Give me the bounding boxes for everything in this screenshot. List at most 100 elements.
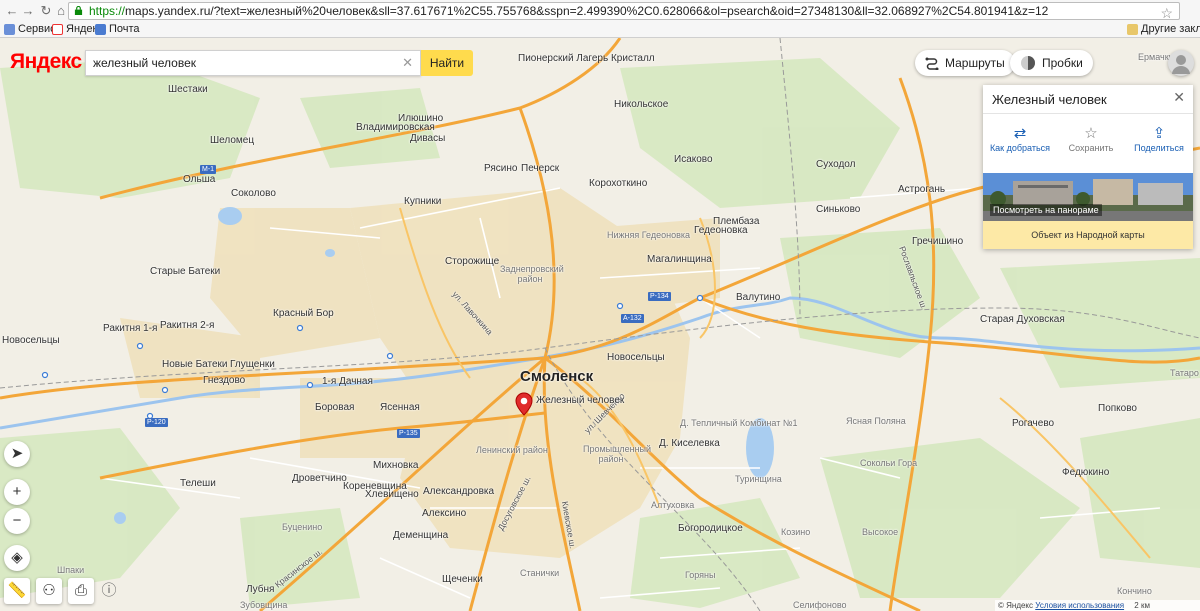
user-avatar[interactable]: [1168, 50, 1194, 76]
copyright: © Яндекс: [998, 601, 1034, 610]
apps-icon: [4, 23, 15, 35]
map-pin-icon[interactable]: [515, 392, 533, 416]
browser-chrome: ← → ↻ ⌂ https://maps.yandex.ru/?text=жел…: [0, 0, 1200, 38]
info-icon: ⓘ: [101, 582, 117, 599]
ruler-icon: 📏: [7, 582, 27, 599]
place-label: Михновка: [373, 460, 419, 471]
place-label: Зубовщина: [240, 600, 288, 610]
routes-button[interactable]: Маршруты: [915, 50, 1015, 76]
bookmark-label: Другие закладки: [1141, 23, 1200, 35]
url-text: maps.yandex.ru/?text=железный%20человек&…: [125, 4, 1049, 18]
place-label: Ракитня 2-я: [160, 320, 215, 331]
reload-icon[interactable]: ↻: [38, 3, 54, 19]
routes-label: Маршруты: [945, 56, 1005, 70]
map-canvas[interactable]: Пионерский Лагерь Кристалл Шестаки Илюши…: [0, 38, 1200, 611]
place-label: Пионерский Лагерь Кристалл: [518, 53, 655, 64]
layers-button[interactable]: ◈: [4, 545, 30, 571]
district-label: Промышленный район: [583, 444, 652, 464]
road-shield: Р-134: [648, 292, 671, 301]
place-label: Федюкино: [1062, 467, 1110, 478]
plus-icon: +: [12, 483, 22, 500]
star-icon: ☆: [1084, 125, 1098, 142]
place-label: Старые Батеки: [150, 266, 221, 277]
address-bar[interactable]: https://maps.yandex.ru/?text=железный%20…: [68, 2, 1180, 20]
place-label: Красный Бор: [273, 308, 334, 319]
place-label: Высокое: [862, 527, 899, 537]
info-button[interactable]: ⓘ: [96, 578, 122, 604]
user-icon: [1172, 55, 1190, 74]
place-label: Шпаки: [57, 565, 85, 575]
traffic-button[interactable]: Пробки: [1010, 50, 1093, 76]
marker-label: Железный человек: [536, 395, 625, 406]
card-divider: [983, 113, 1193, 114]
directions-label: Как добраться: [989, 143, 1051, 153]
panorama-caption: Посмотреть на панораме: [990, 204, 1102, 216]
folder-icon: [1127, 23, 1138, 35]
place-label: Сторожище: [445, 256, 500, 267]
panorama-button[interactable]: ⚇: [36, 578, 62, 604]
bookmark-mail[interactable]: Почта: [95, 23, 140, 35]
print-button[interactable]: ⎙: [68, 578, 94, 604]
card-title: Железный человек: [992, 92, 1107, 107]
place-label: Кончино: [1117, 586, 1152, 596]
scale-bar: 2 км: [1134, 601, 1150, 610]
place-label: Глущенки: [230, 359, 275, 370]
place-label: Купники: [404, 196, 442, 207]
district-label: Заднепровский район: [500, 264, 564, 284]
bookmark-star-icon[interactable]: ☆: [1160, 5, 1173, 19]
place-label: Д. Киселевка: [659, 438, 720, 449]
place-label: Станички: [520, 568, 560, 578]
layers-icon: ◈: [11, 549, 23, 566]
search-button[interactable]: Найти: [421, 50, 473, 76]
place-label: Шеломец: [210, 135, 255, 146]
place-label: Синьково: [816, 204, 861, 215]
search-input[interactable]: железный человек ✕: [85, 50, 421, 76]
place-label: Старая Духовская: [980, 314, 1065, 325]
share-icon: ⇪: [1152, 125, 1166, 142]
directions-button[interactable]: ⇄ Как добраться: [985, 125, 1055, 153]
location-arrow-icon: ➤: [10, 445, 24, 462]
logo-text: Яндекс: [10, 50, 82, 73]
share-button[interactable]: ⇪ Поделиться: [1124, 125, 1194, 153]
place-label: Дивасы: [410, 133, 446, 144]
place-label: Новые Батеки: [162, 359, 228, 370]
url-scheme: https://: [89, 4, 126, 18]
home-icon[interactable]: ⌂: [53, 3, 69, 19]
place-label: Гнездово: [203, 375, 246, 386]
save-button[interactable]: ☆ Сохранить: [1056, 125, 1126, 153]
place-label: Владимировская: [356, 122, 435, 133]
panorama-preview[interactable]: Посмотреть на панораме: [983, 173, 1193, 221]
place-label: Нижняя Гедеоновка: [607, 230, 691, 240]
map-footer: © Яндекс Условия использования 2 км: [995, 600, 1200, 611]
bookmarks-bar: Сервисы Яндекс Почта Другие закладки: [0, 22, 1200, 38]
place-label: Магалинщина: [647, 254, 712, 265]
save-label: Сохранить: [1068, 143, 1114, 153]
mail-icon: [95, 23, 106, 35]
place-label: Козино: [781, 527, 811, 537]
zoom-out-button[interactable]: −: [4, 508, 30, 534]
people-map-note[interactable]: Объект из Народной карты: [983, 221, 1193, 249]
place-label: Соколово: [231, 188, 276, 199]
close-icon[interactable]: ✕: [1173, 89, 1185, 106]
place-label: Ясная Поляна: [846, 416, 906, 426]
place-label: Туринщина: [735, 474, 782, 484]
clear-icon[interactable]: ✕: [402, 51, 413, 75]
locate-button[interactable]: ➤: [4, 441, 30, 467]
ruler-button[interactable]: 📏: [4, 578, 30, 604]
bookmark-other[interactable]: Другие закладки: [1127, 23, 1200, 35]
lock-icon: [74, 6, 83, 15]
terms-link[interactable]: Условия использования: [1035, 601, 1124, 610]
printer-icon: ⎙: [74, 582, 87, 599]
back-icon[interactable]: ←: [4, 3, 20, 19]
place-label: Сокольи Гора: [860, 458, 918, 468]
place-label: Новосельцы: [607, 352, 665, 363]
yandex-logo[interactable]: Яндекс: [10, 50, 82, 74]
share-label: Поделиться: [1134, 143, 1184, 153]
place-label: Ясенная: [380, 402, 420, 413]
place-label: Шестаки: [168, 84, 208, 95]
zoom-in-button[interactable]: +: [4, 479, 30, 505]
route-icon: [925, 57, 939, 70]
forward-icon[interactable]: →: [20, 3, 36, 19]
place-label: Лубня: [246, 584, 275, 595]
place-label: Суходол: [816, 159, 856, 170]
